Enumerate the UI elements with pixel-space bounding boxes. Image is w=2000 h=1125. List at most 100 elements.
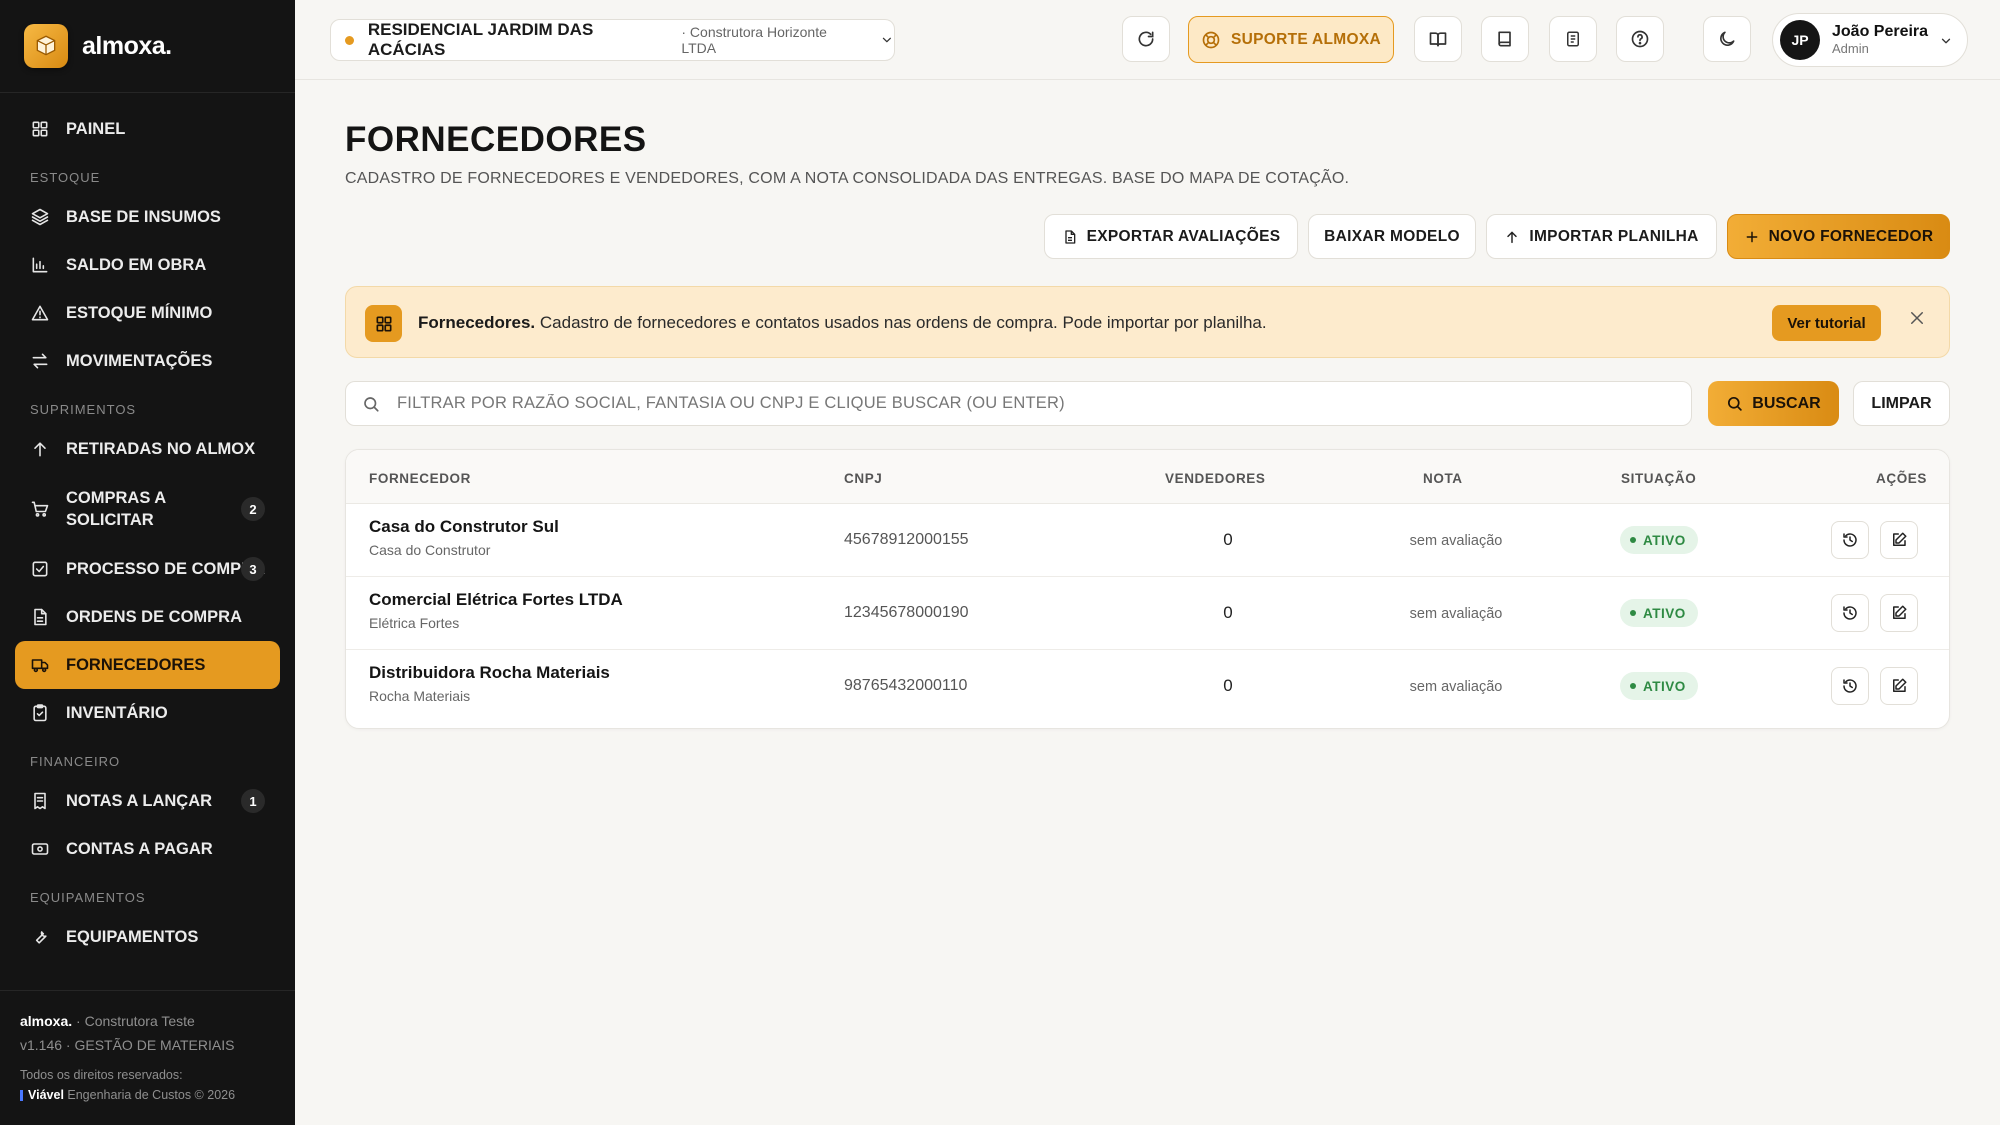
history-button[interactable] <box>1831 594 1869 632</box>
new-supplier-button[interactable]: NOVO FORNECEDOR <box>1727 214 1950 259</box>
download-template-button[interactable]: BAIXAR MODELO <box>1308 214 1476 259</box>
count-badge: 2 <box>241 497 265 521</box>
sidebar-item-ordens-de-compra[interactable]: ORDENS DE COMPRA <box>15 593 280 641</box>
sidebar-item-label: NOTAS A LANÇAR <box>66 792 213 810</box>
sidebar-item-label: COMPRAS A SOLICITAR <box>66 489 166 529</box>
history-icon <box>1843 606 1857 620</box>
guide-button[interactable] <box>1481 16 1529 62</box>
logo[interactable]: almoxa. <box>0 0 295 93</box>
sidebar-item-label: ORDENS DE COMPRA <box>66 608 243 626</box>
header-status[interactable]: SITUAÇÃO <box>1621 471 1696 486</box>
status-badge: ATIVO <box>1620 672 1698 700</box>
status-label: ATIVO <box>1643 532 1686 548</box>
refresh-button[interactable] <box>1122 16 1170 62</box>
sidebar-item-estoque-minimo[interactable]: ESTOQUE MÍNIMO <box>15 289 280 337</box>
suppliers-table: FORNECEDOR CNPJ VENDEDORES NOTA SITUAÇÃO… <box>345 449 1950 729</box>
history-button[interactable] <box>1831 521 1869 559</box>
status-label: ATIVO <box>1643 605 1686 621</box>
sidebar-item-fornecedores[interactable]: FORNECEDORES <box>15 641 280 689</box>
banner-title: Fornecedores. <box>418 313 536 332</box>
cart-icon <box>30 499 50 519</box>
support-button[interactable]: SUPORTE ALMOXA <box>1188 16 1394 63</box>
sidebar-item-equipamentos[interactable]: EQUIPAMENTOS <box>15 913 280 961</box>
status-dot-icon <box>1630 683 1636 689</box>
header-cnpj[interactable]: CNPJ <box>844 471 882 486</box>
table-row[interactable]: Casa do Construtor Sul Casa do Construtor… <box>346 504 1949 577</box>
supplier-sellers-count: 0 <box>1223 676 1233 695</box>
edit-button[interactable] <box>1880 667 1918 705</box>
import-sheet-label: IMPORTAR PLANILHA <box>1529 227 1699 245</box>
supplier-cnpj: 45678912000155 <box>844 531 969 548</box>
banknote-icon <box>30 839 50 859</box>
user-menu[interactable]: JP João Pereira Admin <box>1772 13 1968 67</box>
footer-maker[interactable]: Viável <box>28 1088 64 1102</box>
grid-icon <box>365 305 402 342</box>
download-template-label: BAIXAR MODELO <box>1324 227 1460 245</box>
sidebar-item-compras-a-solicitar[interactable]: COMPRAS A SOLICITAR 2 <box>15 473 280 545</box>
manual-button[interactable] <box>1414 16 1462 62</box>
sidebar-item-movimentacoes[interactable]: MOVIMENTAÇÕES <box>15 337 280 385</box>
sidebar-item-retiradas-no-almox[interactable]: RETIRADAS NO ALMOX <box>15 425 280 473</box>
sidebar-item-label: RETIRADAS NO ALMOX <box>66 440 256 458</box>
history-button[interactable] <box>1831 667 1869 705</box>
sidebar-item-label: MOVIMENTAÇÕES <box>66 352 213 370</box>
export-ratings-button[interactable]: EXPORTAR AVALIAÇÕES <box>1044 214 1298 259</box>
page-title: FORNECEDORES <box>345 120 647 159</box>
arrow-up-icon <box>30 439 50 459</box>
sidebar-item-label: ESTOQUE MÍNIMO <box>66 304 213 322</box>
sidebar-item-painel[interactable]: PAINEL <box>15 105 280 153</box>
supplier-name[interactable]: Distribuidora Rocha Materiais <box>369 663 610 683</box>
sidebar-item-saldo-em-obra[interactable]: SALDO EM OBRA <box>15 241 280 289</box>
arrow-up-icon <box>1507 231 1518 243</box>
supplier-name[interactable]: Comercial Elétrica Fortes LTDA <box>369 590 623 610</box>
new-supplier-label: NOVO FORNECEDOR <box>1768 227 1934 245</box>
banner-text: Cadastro de fornecedores e contatos usad… <box>535 313 1267 332</box>
table-row[interactable]: Distribuidora Rocha Materiais Rocha Mater… <box>346 650 1949 723</box>
nav-section-label: FINANCEIRO <box>30 753 121 769</box>
count-badge: 3 <box>241 557 265 581</box>
search-icon <box>364 396 379 412</box>
user-role: Admin <box>1832 41 1869 56</box>
table-row[interactable]: Comercial Elétrica Fortes LTDA Elétrica F… <box>346 577 1949 650</box>
edit-button[interactable] <box>1880 521 1918 559</box>
bar-chart-icon <box>30 255 50 275</box>
notes-button[interactable] <box>1549 16 1597 62</box>
tutorial-button[interactable]: Ver tutorial <box>1772 305 1881 341</box>
import-sheet-button[interactable]: IMPORTAR PLANILHA <box>1486 214 1717 259</box>
sidebar-footer: almoxa. · Construtora Teste v1.146 · GES… <box>0 990 295 1125</box>
header-sellers[interactable]: VENDEDORES <box>1165 471 1266 486</box>
supplier-sellers-count: 0 <box>1223 603 1233 622</box>
help-button[interactable] <box>1616 16 1664 62</box>
sidebar-item-inventario[interactable]: INVENTÁRIO <box>15 689 280 737</box>
header-rating[interactable]: NOTA <box>1423 471 1463 486</box>
sidebar-item-processo-de-compra[interactable]: PROCESSO DE COMPRA 3 <box>15 545 280 593</box>
edit-icon <box>1893 605 1907 619</box>
chevron-down-icon <box>883 37 892 43</box>
edit-button[interactable] <box>1880 594 1918 632</box>
footer-company: · Construtora Teste <box>72 1013 195 1029</box>
refresh-icon <box>1138 31 1154 47</box>
sidebar-item-label: PROCESSO DE COMPRA <box>66 560 265 578</box>
nav-section-label: EQUIPAMENTOS <box>30 889 146 905</box>
project-name: RESIDENCIAL JARDIM DAS ACÁCIAS <box>367 20 594 59</box>
search-input[interactable] <box>397 394 1647 413</box>
arrows-swap-icon <box>30 351 50 371</box>
brand-name: almoxa. <box>82 31 172 60</box>
header-supplier[interactable]: FORNECEDOR <box>369 471 471 486</box>
sidebar-item-base-de-insumos[interactable]: BASE DE INSUMOS <box>15 193 280 241</box>
sidebar-item-contas-a-pagar[interactable]: CONTAS A PAGAR <box>15 825 280 873</box>
checklist-icon <box>30 559 50 579</box>
project-selector[interactable]: RESIDENCIAL JARDIM DAS ACÁCIAS · Constru… <box>330 19 895 61</box>
close-banner-button[interactable] <box>1906 307 1928 329</box>
status-label: ATIVO <box>1643 678 1686 694</box>
supplier-name[interactable]: Casa do Construtor Sul <box>369 517 559 537</box>
nav-section-label: ESTOQUE <box>30 169 101 185</box>
document-icon <box>30 607 50 627</box>
search-button[interactable]: BUSCAR <box>1708 381 1839 426</box>
sidebar-item-notas-a-lancar[interactable]: NOTAS A LANÇAR 1 <box>15 777 280 825</box>
clear-button[interactable]: LIMPAR <box>1853 381 1950 426</box>
sidebar: almoxa. PAINEL ESTOQUE BASE DE INSUMOS SALD… <box>0 0 295 1125</box>
supplier-fantasy-name: Casa do Construtor <box>369 542 491 558</box>
sidebar-item-label: PAINEL <box>66 120 126 138</box>
theme-toggle-button[interactable] <box>1703 16 1751 62</box>
